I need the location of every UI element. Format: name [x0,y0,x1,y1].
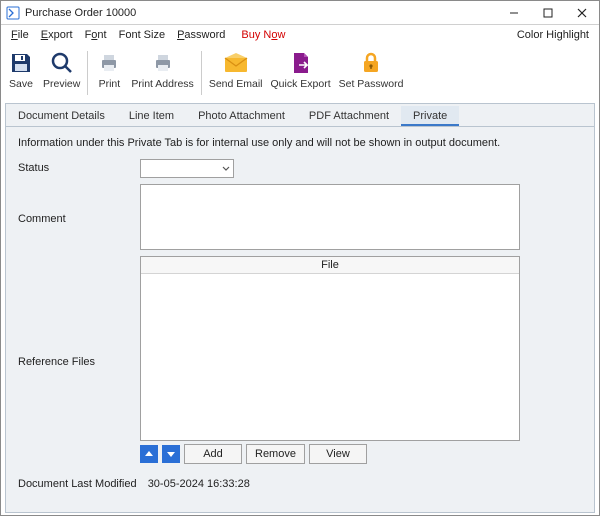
menu-font[interactable]: Font [79,28,113,42]
reference-files-list[interactable]: File [140,256,520,441]
move-down-button[interactable] [162,445,180,463]
print-button[interactable]: Print [91,49,127,99]
chevron-down-icon [222,165,230,173]
move-up-button[interactable] [140,445,158,463]
app-icon [5,5,21,21]
arrow-up-icon [144,449,154,459]
tab-photo-attachment[interactable]: Photo Attachment [186,106,297,126]
quick-export-label: Quick Export [271,78,331,90]
print-label: Print [99,78,121,90]
save-button[interactable]: Save [3,49,39,99]
menu-buy-now[interactable]: Buy Now [235,28,291,42]
tab-pdf-attachment[interactable]: PDF Attachment [297,106,401,126]
window-title: Purchase Order 10000 [25,7,136,19]
printer-icon [95,49,123,77]
tab-private[interactable]: Private [401,106,459,126]
save-icon [7,49,35,77]
set-password-button[interactable]: Set Password [335,49,408,99]
menu-file-rest: ile [18,29,29,41]
menu-export[interactable]: Export [35,28,79,42]
arrow-down-icon [166,449,176,459]
toolbar-separator [87,51,88,95]
tab-line-item[interactable]: Line Item [117,106,186,126]
document-export-icon [287,49,315,77]
comment-label: Comment [18,210,140,225]
remove-file-button[interactable]: Remove [246,444,305,464]
tab-page-private: Information under this Private Tab is fo… [5,127,595,513]
lock-icon [357,49,385,77]
title-bar: Purchase Order 10000 [1,1,599,25]
minimize-button[interactable] [497,1,531,25]
comment-textarea[interactable] [140,184,520,250]
reference-files-body[interactable] [141,274,519,440]
set-password-label: Set Password [339,78,404,90]
reference-files-label: Reference Files [18,353,140,368]
tab-strip: Document Details Line Item Photo Attachm… [5,103,595,127]
preview-label: Preview [43,78,80,90]
view-file-button[interactable]: View [309,444,367,464]
close-button[interactable] [565,1,599,25]
last-modified-value: 30-05-2024 16:33:28 [148,478,250,490]
tab-document-details[interactable]: Document Details [6,106,117,126]
menu-bar: File Export Font Font Size Password Buy … [1,25,599,45]
magnifier-icon [48,49,76,77]
printer-icon [149,49,177,77]
toolbar: Save Preview Print Print Address Send Em… [1,45,599,101]
maximize-button[interactable] [531,1,565,25]
menu-font-size[interactable]: Font Size [113,28,171,42]
menu-file[interactable]: File [5,28,35,42]
menu-password[interactable]: Password [171,28,231,42]
status-dropdown[interactable] [140,159,234,178]
toolbar-separator [201,51,202,95]
private-info-text: Information under this Private Tab is fo… [18,137,582,149]
status-label: Status [18,159,140,174]
print-address-label: Print Address [131,78,193,90]
print-address-button[interactable]: Print Address [127,49,197,99]
save-label: Save [9,78,33,90]
send-email-label: Send Email [209,78,263,90]
file-column-header: File [141,257,519,274]
color-highlight-link[interactable]: Color Highlight [517,29,595,41]
send-email-button[interactable]: Send Email [205,49,267,99]
preview-button[interactable]: Preview [39,49,84,99]
envelope-icon [222,49,250,77]
quick-export-button[interactable]: Quick Export [267,49,335,99]
last-modified-label: Document Last Modified [18,478,137,490]
add-file-button[interactable]: Add [184,444,242,464]
